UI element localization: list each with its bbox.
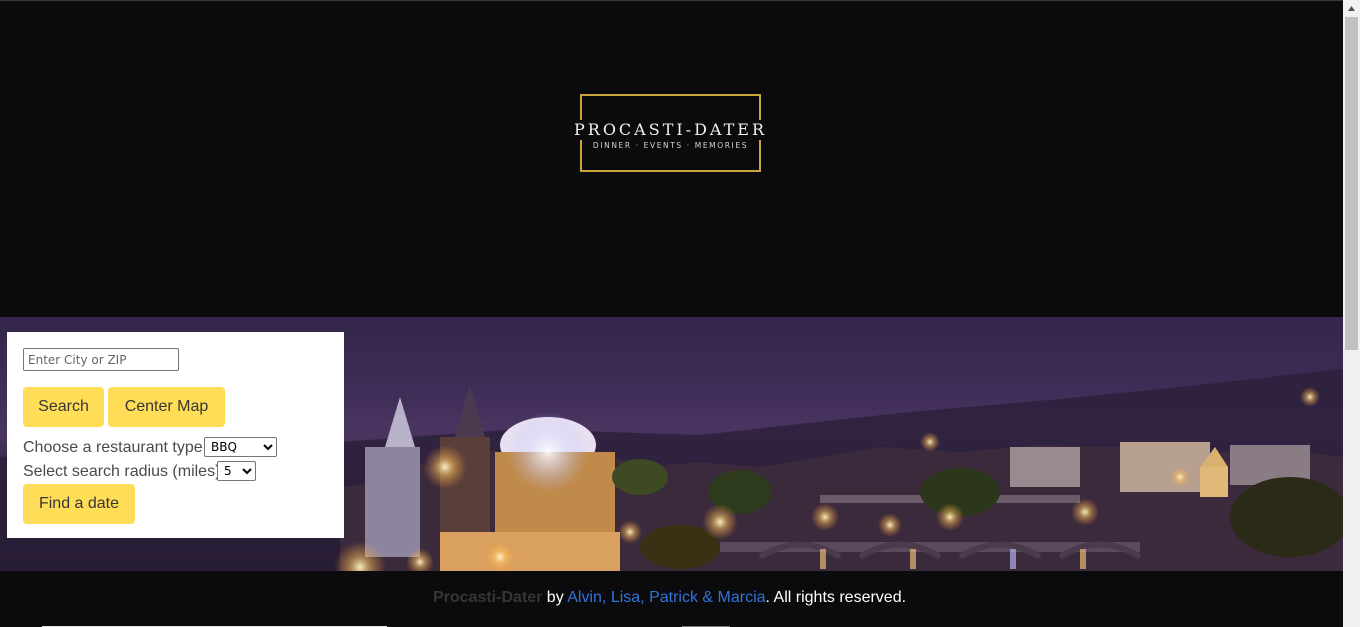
search-panel: Search Center Map Choose a restaurant ty… xyxy=(7,332,344,538)
search-button[interactable]: Search xyxy=(23,387,104,427)
footer-rights: . All rights reserved. xyxy=(765,589,907,606)
footer-text: Procasti-Dater by Alvin, Lisa, Patrick &… xyxy=(0,589,1339,607)
city-zip-input[interactable] xyxy=(23,348,179,371)
search-radius-label: Select search radius (miles) xyxy=(23,463,221,480)
footer-brand: Procasti-Dater xyxy=(432,589,543,606)
center-map-button[interactable]: Center Map xyxy=(108,387,225,427)
logo-title: PROCASTI-DATER xyxy=(548,120,793,140)
footer-by: by xyxy=(542,589,568,606)
search-radius-select[interactable]: 5 xyxy=(217,461,256,481)
find-a-date-button[interactable]: Find a date xyxy=(23,484,135,524)
restaurant-type-select[interactable]: BBQ xyxy=(204,437,277,457)
vertical-scrollbar[interactable] xyxy=(1343,0,1360,627)
scrollbar-thumb[interactable] xyxy=(1345,17,1358,350)
logo-subtitle: DINNER · EVENTS · MEMORIES xyxy=(592,141,749,150)
scroll-up-arrow-icon[interactable] xyxy=(1343,0,1360,17)
footer-authors-link[interactable]: Alvin, Lisa, Patrick & Marcia xyxy=(567,589,765,606)
footer: Procasti-Dater by Alvin, Lisa, Patrick &… xyxy=(0,571,1343,627)
restaurant-type-label: Choose a restaurant type xyxy=(23,439,203,456)
